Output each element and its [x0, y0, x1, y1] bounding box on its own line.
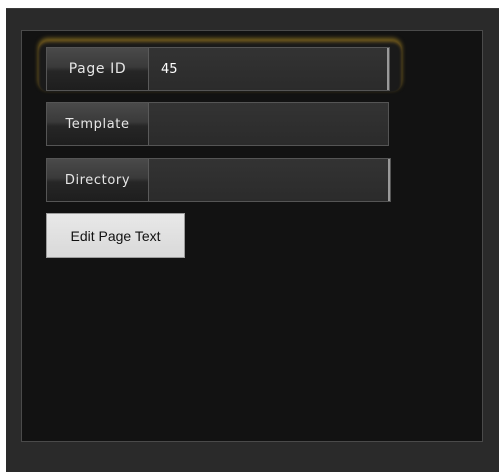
- template-label: Template: [47, 103, 149, 145]
- edit-page-text-button[interactable]: Edit Page Text: [46, 213, 185, 258]
- directory-field: Directory: [46, 158, 391, 202]
- page-id-label: Page ID: [47, 48, 149, 90]
- directory-input[interactable]: [149, 159, 390, 201]
- template-field: Template: [46, 102, 389, 146]
- directory-label: Directory: [47, 159, 149, 201]
- page-id-field: Page ID 45: [46, 47, 390, 91]
- template-input[interactable]: [149, 103, 388, 145]
- page-id-input[interactable]: 45: [149, 48, 389, 90]
